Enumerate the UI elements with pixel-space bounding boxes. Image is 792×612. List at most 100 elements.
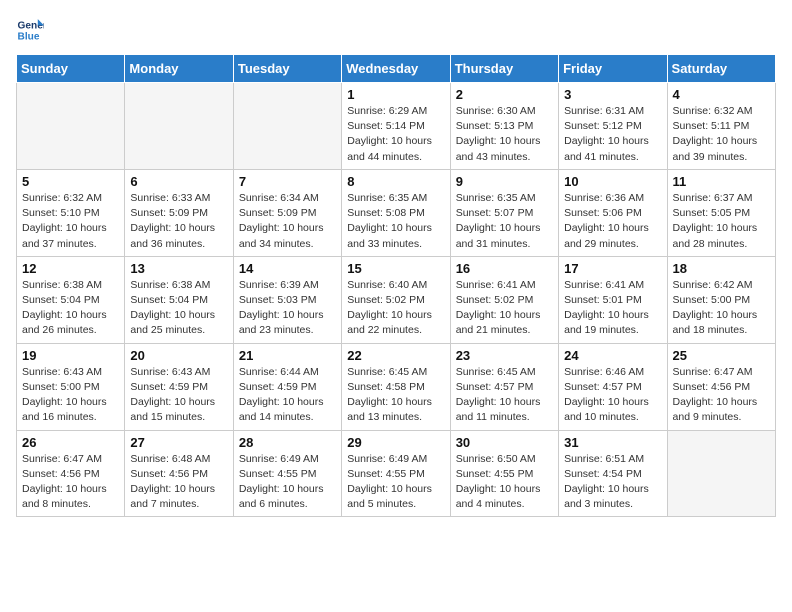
calendar-cell: 12 Sunrise: 6:38 AMSunset: 5:04 PMDayligh… xyxy=(17,256,125,343)
calendar-cell: 8 Sunrise: 6:35 AMSunset: 5:08 PMDaylight… xyxy=(342,169,450,256)
calendar-week-row: 1Sunrise: 6:29 AMSunset: 5:14 PMDaylight… xyxy=(17,83,776,170)
day-info: Sunrise: 6:49 AMSunset: 4:55 PMDaylight:… xyxy=(347,452,444,513)
day-number: 11 xyxy=(673,174,770,189)
day-info: Sunrise: 6:49 AMSunset: 4:55 PMDaylight:… xyxy=(239,452,336,513)
day-number: 9 xyxy=(456,174,553,189)
day-number: 5 xyxy=(22,174,119,189)
day-info: Sunrise: 6:50 AMSunset: 4:55 PMDaylight:… xyxy=(456,452,553,513)
weekday-header-friday: Friday xyxy=(559,55,667,83)
calendar-week-row: 19Sunrise: 6:43 AMSunset: 5:00 PMDayligh… xyxy=(17,343,776,430)
weekday-header-wednesday: Wednesday xyxy=(342,55,450,83)
day-number: 16 xyxy=(456,261,553,276)
weekday-header-monday: Monday xyxy=(125,55,233,83)
day-info: Sunrise: 6:48 AMSunset: 4:56 PMDaylight:… xyxy=(130,452,227,513)
day-number: 3 xyxy=(564,87,661,102)
day-number: 14 xyxy=(239,261,336,276)
calendar-cell: 25 Sunrise: 6:47 AMSunset: 4:56 PMDayligh… xyxy=(667,343,775,430)
day-info: Sunrise: 6:51 AMSunset: 4:54 PMDaylight:… xyxy=(564,452,661,513)
day-number: 22 xyxy=(347,348,444,363)
calendar-week-row: 5 Sunrise: 6:32 AMSunset: 5:10 PMDaylight… xyxy=(17,169,776,256)
calendar-cell: 19Sunrise: 6:43 AMSunset: 5:00 PMDayligh… xyxy=(17,343,125,430)
calendar-cell: 7 Sunrise: 6:34 AMSunset: 5:09 PMDaylight… xyxy=(233,169,341,256)
day-info: Sunrise: 6:45 AMSunset: 4:57 PMDaylight:… xyxy=(456,365,553,426)
day-number: 7 xyxy=(239,174,336,189)
day-info: Sunrise: 6:47 AMSunset: 4:56 PMDaylight:… xyxy=(673,365,770,426)
day-number: 25 xyxy=(673,348,770,363)
weekday-header-row: SundayMondayTuesdayWednesdayThursdayFrid… xyxy=(17,55,776,83)
day-info: Sunrise: 6:41 AMSunset: 5:02 PMDaylight:… xyxy=(456,278,553,339)
calendar-cell: 1Sunrise: 6:29 AMSunset: 5:14 PMDaylight… xyxy=(342,83,450,170)
day-info: Sunrise: 6:47 AMSunset: 4:56 PMDaylight:… xyxy=(22,452,119,513)
day-info: Sunrise: 6:43 AMSunset: 5:00 PMDaylight:… xyxy=(22,365,119,426)
weekday-header-tuesday: Tuesday xyxy=(233,55,341,83)
day-info: Sunrise: 6:31 AMSunset: 5:12 PMDaylight:… xyxy=(564,104,661,165)
day-number: 29 xyxy=(347,435,444,450)
day-info: Sunrise: 6:32 AMSunset: 5:11 PMDaylight:… xyxy=(673,104,770,165)
day-number: 26 xyxy=(22,435,119,450)
day-info: Sunrise: 6:42 AMSunset: 5:00 PMDaylight:… xyxy=(673,278,770,339)
calendar-cell: 22 Sunrise: 6:45 AMSunset: 4:58 PMDayligh… xyxy=(342,343,450,430)
calendar-cell: 29 Sunrise: 6:49 AMSunset: 4:55 PMDayligh… xyxy=(342,430,450,517)
day-info: Sunrise: 6:45 AMSunset: 4:58 PMDaylight:… xyxy=(347,365,444,426)
calendar-week-row: 26 Sunrise: 6:47 AMSunset: 4:56 PMDayligh… xyxy=(17,430,776,517)
day-number: 8 xyxy=(347,174,444,189)
calendar-cell: 13 Sunrise: 6:38 AMSunset: 5:04 PMDayligh… xyxy=(125,256,233,343)
calendar-cell: 9 Sunrise: 6:35 AMSunset: 5:07 PMDaylight… xyxy=(450,169,558,256)
day-number: 13 xyxy=(130,261,227,276)
calendar-cell xyxy=(17,83,125,170)
day-info: Sunrise: 6:39 AMSunset: 5:03 PMDaylight:… xyxy=(239,278,336,339)
calendar-cell: 16 Sunrise: 6:41 AMSunset: 5:02 PMDayligh… xyxy=(450,256,558,343)
logo: General Blue xyxy=(16,16,48,44)
day-number: 30 xyxy=(456,435,553,450)
calendar-cell: 11 Sunrise: 6:37 AMSunset: 5:05 PMDayligh… xyxy=(667,169,775,256)
day-info: Sunrise: 6:36 AMSunset: 5:06 PMDaylight:… xyxy=(564,191,661,252)
day-info: Sunrise: 6:44 AMSunset: 4:59 PMDaylight:… xyxy=(239,365,336,426)
calendar-cell: 28 Sunrise: 6:49 AMSunset: 4:55 PMDayligh… xyxy=(233,430,341,517)
day-info: Sunrise: 6:35 AMSunset: 5:08 PMDaylight:… xyxy=(347,191,444,252)
calendar-cell xyxy=(125,83,233,170)
calendar-cell: 14 Sunrise: 6:39 AMSunset: 5:03 PMDayligh… xyxy=(233,256,341,343)
calendar-cell: 24Sunrise: 6:46 AMSunset: 4:57 PMDayligh… xyxy=(559,343,667,430)
day-info: Sunrise: 6:37 AMSunset: 5:05 PMDaylight:… xyxy=(673,191,770,252)
day-number: 15 xyxy=(347,261,444,276)
day-info: Sunrise: 6:38 AMSunset: 5:04 PMDaylight:… xyxy=(22,278,119,339)
day-number: 28 xyxy=(239,435,336,450)
calendar-cell: 20 Sunrise: 6:43 AMSunset: 4:59 PMDayligh… xyxy=(125,343,233,430)
page-header: General Blue xyxy=(16,16,776,44)
calendar-cell: 10 Sunrise: 6:36 AMSunset: 5:06 PMDayligh… xyxy=(559,169,667,256)
calendar-cell xyxy=(667,430,775,517)
weekday-header-sunday: Sunday xyxy=(17,55,125,83)
calendar-cell: 2Sunrise: 6:30 AMSunset: 5:13 PMDaylight… xyxy=(450,83,558,170)
calendar-cell: 30 Sunrise: 6:50 AMSunset: 4:55 PMDayligh… xyxy=(450,430,558,517)
calendar-cell: 26 Sunrise: 6:47 AMSunset: 4:56 PMDayligh… xyxy=(17,430,125,517)
logo-icon: General Blue xyxy=(16,16,44,44)
day-number: 10 xyxy=(564,174,661,189)
day-number: 31 xyxy=(564,435,661,450)
calendar-cell: 6 Sunrise: 6:33 AMSunset: 5:09 PMDaylight… xyxy=(125,169,233,256)
calendar-cell: 17Sunrise: 6:41 AMSunset: 5:01 PMDayligh… xyxy=(559,256,667,343)
calendar-cell: 15 Sunrise: 6:40 AMSunset: 5:02 PMDayligh… xyxy=(342,256,450,343)
day-info: Sunrise: 6:38 AMSunset: 5:04 PMDaylight:… xyxy=(130,278,227,339)
day-number: 4 xyxy=(673,87,770,102)
day-info: Sunrise: 6:32 AMSunset: 5:10 PMDaylight:… xyxy=(22,191,119,252)
day-info: Sunrise: 6:33 AMSunset: 5:09 PMDaylight:… xyxy=(130,191,227,252)
calendar-cell: 27 Sunrise: 6:48 AMSunset: 4:56 PMDayligh… xyxy=(125,430,233,517)
calendar-table: SundayMondayTuesdayWednesdayThursdayFrid… xyxy=(16,54,776,517)
day-number: 23 xyxy=(456,348,553,363)
day-number: 12 xyxy=(22,261,119,276)
day-info: Sunrise: 6:40 AMSunset: 5:02 PMDaylight:… xyxy=(347,278,444,339)
day-info: Sunrise: 6:34 AMSunset: 5:09 PMDaylight:… xyxy=(239,191,336,252)
day-info: Sunrise: 6:35 AMSunset: 5:07 PMDaylight:… xyxy=(456,191,553,252)
day-number: 27 xyxy=(130,435,227,450)
calendar-week-row: 12 Sunrise: 6:38 AMSunset: 5:04 PMDayligh… xyxy=(17,256,776,343)
day-number: 20 xyxy=(130,348,227,363)
day-number: 2 xyxy=(456,87,553,102)
calendar-cell xyxy=(233,83,341,170)
calendar-cell: 31 Sunrise: 6:51 AMSunset: 4:54 PMDayligh… xyxy=(559,430,667,517)
day-info: Sunrise: 6:43 AMSunset: 4:59 PMDaylight:… xyxy=(130,365,227,426)
calendar-cell: 3 Sunrise: 6:31 AMSunset: 5:12 PMDaylight… xyxy=(559,83,667,170)
day-number: 6 xyxy=(130,174,227,189)
calendar-cell: 21Sunrise: 6:44 AMSunset: 4:59 PMDayligh… xyxy=(233,343,341,430)
day-number: 17 xyxy=(564,261,661,276)
calendar-cell: 5 Sunrise: 6:32 AMSunset: 5:10 PMDaylight… xyxy=(17,169,125,256)
